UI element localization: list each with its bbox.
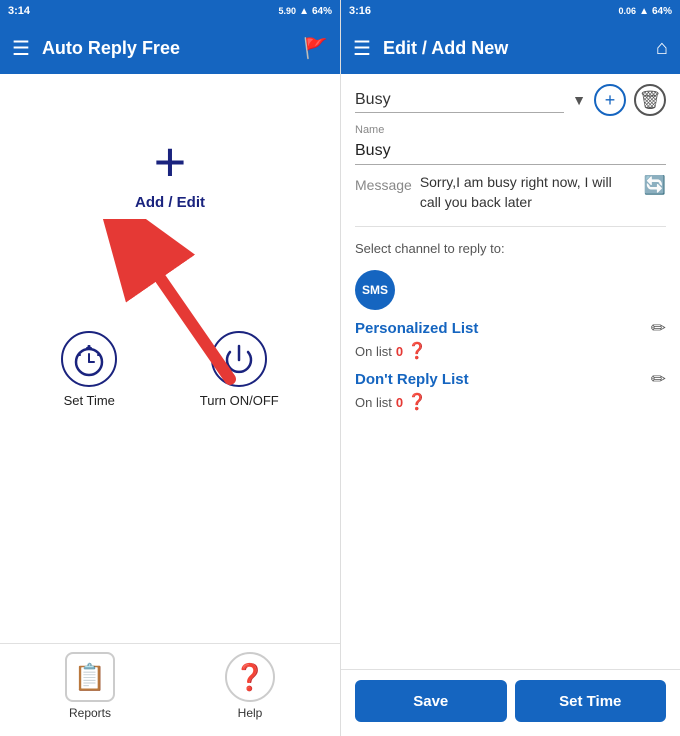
dont-reply-list-count: 0 <box>396 395 403 410</box>
dont-reply-help-icon[interactable]: ❓ <box>407 392 427 412</box>
personalized-list-header: Personalized List ✏ <box>355 318 666 339</box>
right-app-title: Edit / Add New <box>383 38 644 59</box>
turn-onoff-label: Turn ON/OFF <box>200 393 279 408</box>
right-time: 3:16 <box>349 5 371 17</box>
set-time-icon <box>61 331 117 387</box>
channel-select-label: Select channel to reply to: <box>355 241 666 256</box>
right-home-icon[interactable]: ⌂ <box>656 37 668 60</box>
left-menu-icon[interactable]: ☰ <box>12 36 30 61</box>
right-panel: 3:16 0.06 ▲ 64% ☰ Edit / Add New ⌂ Busy … <box>340 0 680 736</box>
battery-icon: 64% <box>312 6 332 17</box>
divider-1 <box>355 226 666 227</box>
dont-reply-list-header: Don't Reply List ✏ <box>355 369 666 390</box>
left-app-bar: ☰ Auto Reply Free 🚩 <box>0 22 340 74</box>
help-icon: ❓ <box>234 662 266 693</box>
personalized-list-section: Personalized List ✏ On list 0 ❓ <box>355 318 666 361</box>
dont-reply-list-info: On list 0 ❓ <box>355 392 666 412</box>
message-label: Message <box>355 173 412 193</box>
help-label: Help <box>238 706 263 720</box>
bottom-icons-row: Set Time Turn ON/OFF <box>0 311 340 418</box>
refresh-icon[interactable]: 🔄 <box>644 175 666 196</box>
help-icon-box: ❓ <box>225 652 275 702</box>
personalized-list-title: Personalized List <box>355 320 478 337</box>
add-profile-button[interactable]: + <box>594 84 626 116</box>
left-status-bar: 3:14 5.90 ▲ 64% <box>0 0 340 22</box>
left-time: 3:14 <box>8 5 30 17</box>
reports-icon-box: 📋 <box>65 652 115 702</box>
turn-onoff-icon <box>211 331 267 387</box>
right-battery-icon: 64% <box>652 6 672 17</box>
dont-reply-list-section: Don't Reply List ✏ On list 0 ❓ <box>355 369 666 412</box>
sms-channel-badge[interactable]: SMS <box>355 270 395 310</box>
add-edit-button[interactable]: + Add / Edit <box>135 134 205 211</box>
dont-reply-list-edit-icon[interactable]: ✏ <box>651 369 666 390</box>
reports-footer-item[interactable]: 📋 Reports <box>65 652 115 720</box>
set-time-label: Set Time <box>64 393 115 408</box>
add-edit-label: Add / Edit <box>135 194 205 211</box>
left-panel: 3:14 5.90 ▲ 64% ☰ Auto Reply Free 🚩 + Ad… <box>0 0 340 736</box>
personalized-list-count: 0 <box>396 344 403 359</box>
left-app-title: Auto Reply Free <box>42 38 291 59</box>
right-app-bar: ☰ Edit / Add New ⌂ <box>341 22 680 74</box>
save-button[interactable]: Save <box>355 680 507 722</box>
right-status-bar: 3:16 0.06 ▲ 64% <box>341 0 680 22</box>
personalized-on-list-label: On list <box>355 344 392 359</box>
reports-icon: 📋 <box>74 662 106 693</box>
name-input[interactable] <box>355 138 666 165</box>
personalized-help-icon[interactable]: ❓ <box>407 341 427 361</box>
left-footer: 📋 Reports ❓ Help <box>0 643 340 736</box>
right-signal-icon: ▲ <box>639 6 649 17</box>
right-main-content: Busy ▼ + 🗑 Name Message Sorry,I am busy … <box>341 74 680 669</box>
personalized-list-info: On list 0 ❓ <box>355 341 666 361</box>
turn-onoff-item[interactable]: Turn ON/OFF <box>200 331 279 408</box>
left-status-icons: 5.90 ▲ 64% <box>279 6 332 17</box>
dropdown-arrow-icon: ▼ <box>572 92 586 108</box>
delete-profile-button[interactable]: 🗑 <box>634 84 666 116</box>
help-footer-item[interactable]: ❓ Help <box>225 652 275 720</box>
name-label: Name <box>355 124 666 136</box>
personalized-list-edit-icon[interactable]: ✏ <box>651 318 666 339</box>
message-row: Message Sorry,I am busy right now, I wil… <box>355 173 666 212</box>
message-text: Sorry,I am busy right now, I will call y… <box>420 173 636 212</box>
signal-icon: ▲ <box>299 6 309 17</box>
right-status-icons: 0.06 ▲ 64% <box>619 6 672 17</box>
reports-label: Reports <box>69 706 111 720</box>
right-network-speed: 0.06 <box>619 6 637 16</box>
set-time-item[interactable]: Set Time <box>61 331 117 408</box>
left-flag-icon[interactable]: 🚩 <box>303 36 328 61</box>
right-menu-icon[interactable]: ☰ <box>353 36 371 61</box>
left-main-content: + Add / Edit <box>0 74 340 643</box>
plus-icon: + <box>154 134 187 190</box>
dont-reply-list-title: Don't Reply List <box>355 371 469 388</box>
right-footer: Save Set Time <box>341 669 680 736</box>
set-time-button[interactable]: Set Time <box>515 680 667 722</box>
name-field-group: Name <box>355 124 666 165</box>
profile-dropdown[interactable]: Busy <box>355 87 564 113</box>
profile-dropdown-row: Busy ▼ + 🗑 <box>355 84 666 116</box>
dont-reply-on-list-label: On list <box>355 395 392 410</box>
network-speed: 5.90 <box>279 6 297 16</box>
